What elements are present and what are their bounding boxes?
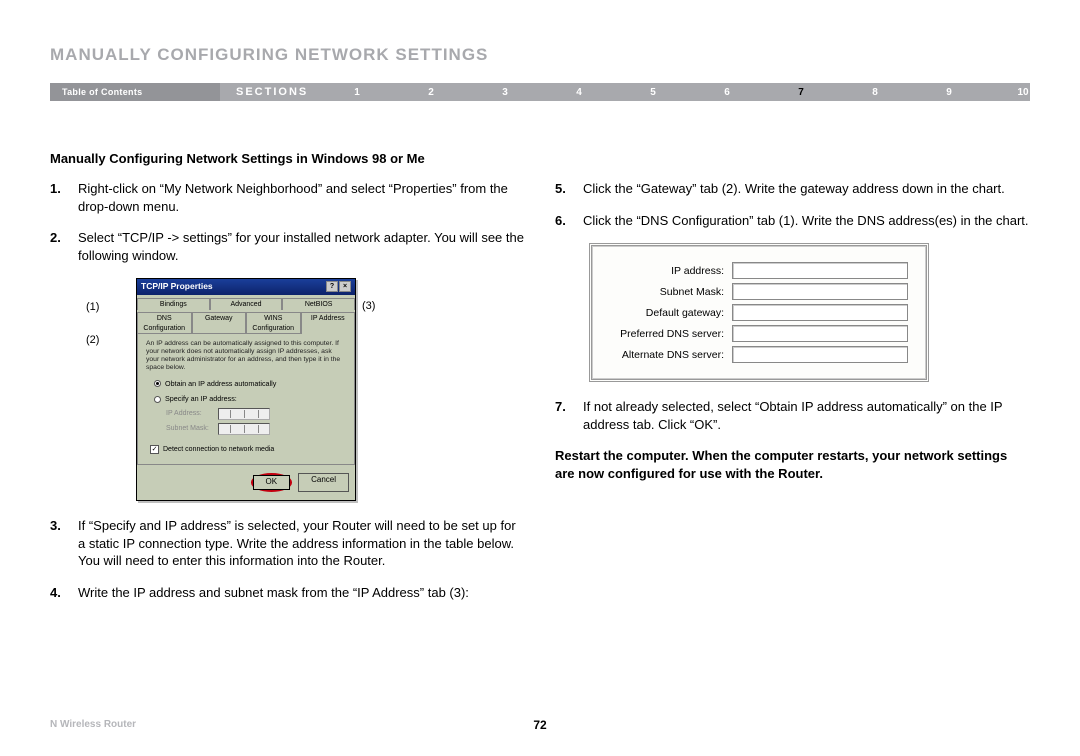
callouts-right: (3) — [356, 278, 375, 314]
table-label: Subnet Mask: — [610, 285, 732, 299]
mask-label: Subnet Mask: — [166, 424, 218, 433]
right-column: 5.Click the “Gateway” tab (2). Write the… — [555, 180, 1030, 615]
checkbox-label: Detect connection to network media — [163, 445, 274, 454]
tab-bindings[interactable]: Bindings — [137, 298, 210, 310]
ip-address-field[interactable] — [732, 262, 908, 279]
alternate-dns-field[interactable] — [732, 346, 908, 363]
left-column: 1.Right-click on “My Network Neighborhoo… — [50, 180, 525, 615]
mask-field[interactable] — [218, 423, 270, 435]
radio-icon — [154, 380, 161, 387]
help-icon[interactable]: ? — [326, 281, 338, 292]
ok-button[interactable]: OK — [253, 475, 291, 490]
callout-2: (2) — [86, 335, 136, 346]
step-text: Write the IP address and subnet mask fro… — [78, 584, 525, 602]
tab-advanced[interactable]: Advanced — [210, 298, 283, 310]
section-link-10[interactable]: 10 — [986, 87, 1060, 98]
tab-netbios[interactable]: NetBIOS — [282, 298, 355, 310]
table-label: Default gateway: — [610, 306, 732, 320]
radio-obtain-auto[interactable]: Obtain an IP address automatically — [154, 379, 346, 389]
checkbox-icon: ✓ — [150, 445, 159, 454]
step-text: If “Specify and IP address” is selected,… — [78, 517, 525, 570]
step-2: 2.Select “TCP/IP -> settings” for your i… — [50, 229, 525, 264]
toc-link[interactable]: Table of Contents — [50, 87, 154, 97]
tcpip-description: An IP address can be automatically assig… — [146, 340, 346, 373]
step-4: 4.Write the IP address and subnet mask f… — [50, 584, 525, 602]
preferred-dns-field[interactable] — [732, 325, 908, 342]
radio-icon — [154, 396, 161, 403]
step-text: Click the “DNS Configuration” tab (1). W… — [583, 212, 1030, 230]
tab-dns[interactable]: DNS Configuration — [137, 312, 192, 334]
subheading: Manually Configuring Network Settings in… — [50, 151, 1030, 166]
footer-product: N Wireless Router — [50, 719, 136, 730]
step-num: 2. — [50, 229, 78, 264]
section-numbers: 1 2 3 4 5 6 7 8 9 10 — [320, 83, 1012, 101]
step-text: Click the “Gateway” tab (2). Write the g… — [583, 180, 1030, 198]
step-5: 5.Click the “Gateway” tab (2). Write the… — [555, 180, 1030, 198]
section-link-3[interactable]: 3 — [468, 87, 542, 98]
page-number: 72 — [533, 718, 546, 732]
tab-gateway[interactable]: Gateway — [192, 312, 247, 334]
restart-note: Restart the computer. When the computer … — [555, 447, 1030, 482]
ip-field[interactable] — [218, 408, 270, 420]
tcpip-figure: (1) (2) TCP/IP Properties ? × Bindings A… — [86, 278, 525, 501]
section-link-4[interactable]: 4 — [542, 87, 616, 98]
step-num: 6. — [555, 212, 583, 230]
sections-label: SECTIONS — [226, 86, 326, 98]
step-num: 4. — [50, 584, 78, 602]
radio-label: Specify an IP address: — [165, 394, 237, 404]
subnet-mask-field[interactable] — [732, 283, 908, 300]
tcpip-window: TCP/IP Properties ? × Bindings Advanced … — [136, 278, 356, 501]
close-icon[interactable]: × — [339, 281, 351, 292]
step-7: 7.If not already selected, select “Obtai… — [555, 398, 1030, 433]
tab-ipaddress[interactable]: IP Address — [301, 312, 356, 334]
section-link-5[interactable]: 5 — [616, 87, 690, 98]
section-link-1[interactable]: 1 — [320, 87, 394, 98]
step-num: 7. — [555, 398, 583, 433]
table-label: Preferred DNS server: — [610, 327, 732, 341]
section-link-9[interactable]: 9 — [912, 87, 986, 98]
section-navbar: Table of Contents SECTIONS 1 2 3 4 5 6 7… — [50, 83, 1030, 101]
step-3: 3.If “Specify and IP address” is selecte… — [50, 517, 525, 570]
ip-address-table: IP address: Subnet Mask: Default gateway… — [589, 243, 929, 382]
section-link-7[interactable]: 7 — [764, 87, 838, 98]
window-title: TCP/IP Properties — [141, 281, 213, 292]
ok-highlight: OK — [251, 473, 293, 492]
callouts-left: (1) (2) — [86, 278, 136, 368]
section-link-2[interactable]: 2 — [394, 87, 468, 98]
callout-1: (1) — [86, 302, 136, 313]
radio-label: Obtain an IP address automatically — [165, 379, 276, 389]
table-label: Alternate DNS server: — [610, 348, 732, 362]
section-link-8[interactable]: 8 — [838, 87, 912, 98]
step-text: Right-click on “My Network Neighborhood”… — [78, 180, 525, 215]
step-text: Select “TCP/IP -> settings” for your ins… — [78, 229, 525, 264]
tab-wins[interactable]: WINS Configuration — [246, 312, 301, 334]
default-gateway-field[interactable] — [732, 304, 908, 321]
ip-label: IP Address: — [166, 409, 218, 418]
radio-specify[interactable]: Specify an IP address: — [154, 394, 346, 404]
step-num: 1. — [50, 180, 78, 215]
step-text: If not already selected, select “Obtain … — [583, 398, 1030, 433]
section-link-6[interactable]: 6 — [690, 87, 764, 98]
callout-3: (3) — [362, 299, 375, 314]
step-num: 5. — [555, 180, 583, 198]
checkbox-detect[interactable]: ✓ Detect connection to network media — [150, 445, 346, 454]
page-title: MANUALLY CONFIGURING NETWORK SETTINGS — [50, 45, 1030, 65]
step-1: 1.Right-click on “My Network Neighborhoo… — [50, 180, 525, 215]
step-num: 3. — [50, 517, 78, 570]
step-6: 6.Click the “DNS Configuration” tab (1).… — [555, 212, 1030, 230]
table-label: IP address: — [610, 264, 732, 278]
cancel-button[interactable]: Cancel — [298, 473, 349, 492]
